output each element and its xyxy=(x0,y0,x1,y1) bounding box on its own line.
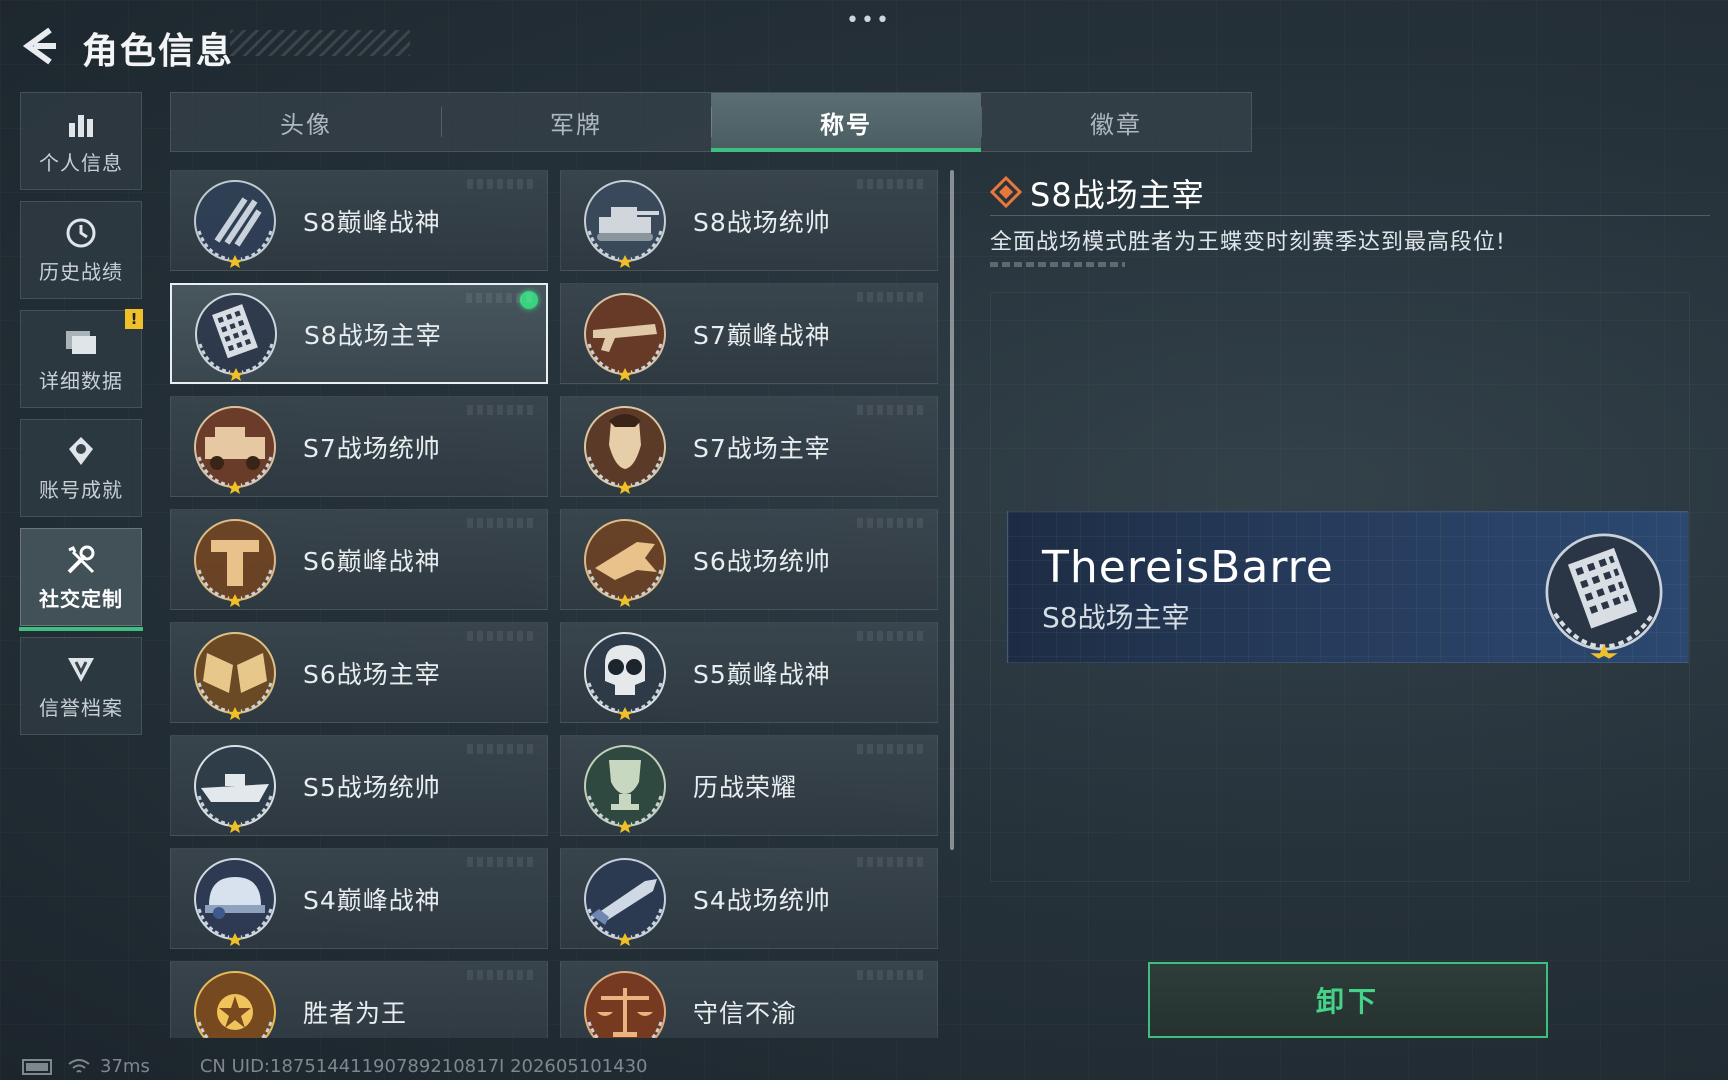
title-card[interactable]: S4巅峰战神 xyxy=(170,848,548,949)
title-card-label: 历战荣耀 xyxy=(693,772,798,802)
title-list-scrollbar[interactable] xyxy=(950,170,954,850)
title-card-label: S8战场主宰 xyxy=(304,320,442,350)
title-card-label: S6战场统帅 xyxy=(693,546,831,576)
sidebar-item-achievements[interactable]: 账号成就 xyxy=(20,419,142,517)
detail-decoration xyxy=(990,262,1125,267)
title-card[interactable]: S7巅峰战神 xyxy=(560,283,938,384)
sidebar-item-label: 账号成就 xyxy=(39,477,123,502)
skull-emblem-icon xyxy=(584,631,666,720)
nameplate-title: S8战场主宰 xyxy=(1042,601,1190,634)
jet-emblem-icon xyxy=(584,518,666,607)
detail-title: S8战场主宰 xyxy=(1030,176,1205,214)
title-card[interactable]: S5巅峰战神 xyxy=(560,622,938,723)
trophy-emblem-icon xyxy=(584,744,666,833)
title-card-label: S6战场主宰 xyxy=(303,659,441,689)
title-card-label: 守信不渝 xyxy=(693,998,798,1028)
side-nav: 个人信息 历史战绩 ! 详细数据 账号成就 社交定制 信誉档案 xyxy=(19,92,144,746)
sidebar-item-label: 信誉档案 xyxy=(39,695,123,720)
tab-avatar[interactable]: 头像 xyxy=(171,93,441,151)
title-card-label: S8巅峰战神 xyxy=(303,207,441,237)
more-options-icon[interactable]: ••• xyxy=(846,8,891,33)
boat-emblem-icon xyxy=(194,744,276,833)
building-emblem-icon xyxy=(1545,533,1663,660)
title-card[interactable]: 胜者为王 xyxy=(170,961,548,1038)
flags-emblem-icon xyxy=(194,631,276,720)
soldier-emblem-icon xyxy=(584,405,666,494)
detail-divider xyxy=(990,215,1710,216)
sidebar-item-history[interactable]: 历史战绩 xyxy=(20,201,142,299)
tab-dog-tag[interactable]: 军牌 xyxy=(441,93,711,151)
shield-icon xyxy=(66,652,96,686)
bar-chart-icon xyxy=(66,107,96,141)
title-card-label: S5战场统帅 xyxy=(303,772,441,802)
title-card-label: S4巅峰战神 xyxy=(303,885,441,915)
title-card[interactable]: S6巅峰战神 xyxy=(170,509,548,610)
title-card[interactable]: S8巅峰战神 xyxy=(170,170,548,271)
clock-icon xyxy=(65,216,97,250)
detail-description: 全面战场模式胜者为王蝶变时刻赛季达到最高段位! xyxy=(990,230,1506,255)
nameplate-preview: ThereisBarre S8战场主宰 xyxy=(1007,511,1689,663)
sidebar-item-social[interactable]: 社交定制 xyxy=(19,528,143,631)
title-card[interactable]: 历战荣耀 xyxy=(560,735,938,836)
ping-readout: 37ms xyxy=(100,1056,150,1077)
title-card[interactable]: S7战场统帅 xyxy=(170,396,548,497)
stripes-emblem-icon xyxy=(194,179,276,268)
tank-emblem-icon xyxy=(584,179,666,268)
player-name: ThereisBarre xyxy=(1042,542,1334,593)
folder-icon xyxy=(64,325,98,359)
title-decoration xyxy=(230,30,410,56)
title-card-label: S6巅峰战神 xyxy=(303,546,441,576)
sidebar-item-profile[interactable]: 个人信息 xyxy=(20,92,142,190)
tab-badges[interactable]: 徽章 xyxy=(981,93,1251,151)
title-card[interactable]: 守信不渝 xyxy=(560,961,938,1038)
tab-titles[interactable]: 称号 xyxy=(711,93,981,152)
title-card[interactable]: S6战场统帅 xyxy=(560,509,938,610)
achievement-icon xyxy=(66,434,96,468)
sidebar-item-label: 社交定制 xyxy=(39,586,123,611)
title-card[interactable]: S4战场统帅 xyxy=(560,848,938,949)
battery-icon xyxy=(22,1058,52,1075)
sidebar-item-label: 历史战绩 xyxy=(39,259,123,284)
title-card-label: S7巅峰战神 xyxy=(693,320,831,350)
sidebar-item-details[interactable]: ! 详细数据 xyxy=(20,309,143,408)
title-card[interactable]: S8战场统帅 xyxy=(560,170,938,271)
page-title: 角色信息 xyxy=(82,31,235,72)
status-bar: 37ms CN UID:18751441190789210817I 202605… xyxy=(22,1056,648,1077)
title-card-label: S7战场统帅 xyxy=(303,433,441,463)
equipped-indicator xyxy=(520,291,538,309)
title-card-label: S5巅峰战神 xyxy=(693,659,831,689)
rifle-emblem-icon xyxy=(584,292,666,381)
title-card-label: S8战场统帅 xyxy=(693,207,831,237)
t-emblem-icon xyxy=(194,518,276,607)
title-card-label: S7战场主宰 xyxy=(693,433,831,463)
title-card-label: S4战场统帅 xyxy=(693,885,831,915)
missile-emblem-icon xyxy=(584,857,666,946)
unequip-button-label: 卸下 xyxy=(1315,985,1380,1018)
wifi-icon xyxy=(68,1058,90,1073)
title-card-label: 胜者为王 xyxy=(303,998,408,1028)
building-emblem-icon xyxy=(195,292,277,381)
sidebar-item-reputation[interactable]: 信誉档案 xyxy=(20,637,142,735)
tools-icon xyxy=(65,543,97,577)
title-list: S8巅峰战神 S8战场统帅 S8战场主宰 S7巅峰战神 S7战场统帅 S7战场主… xyxy=(170,170,940,1038)
category-tabs: 头像 军牌 称号 徽章 xyxy=(170,92,1252,152)
title-diamond-icon xyxy=(990,176,1022,208)
sidebar-item-label: 详细数据 xyxy=(39,368,123,393)
sidebar-item-label: 个人信息 xyxy=(39,150,123,175)
helmet-emblem-icon xyxy=(194,857,276,946)
title-card[interactable]: S6战场主宰 xyxy=(170,622,548,723)
unequip-button[interactable]: 卸下 xyxy=(1148,962,1548,1038)
title-grid: S8巅峰战神 S8战场统帅 S8战场主宰 S7巅峰战神 S7战场统帅 S7战场主… xyxy=(170,170,940,1038)
medal-emblem-icon xyxy=(194,970,276,1038)
title-card[interactable]: S8战场主宰 xyxy=(170,283,548,384)
warning-badge: ! xyxy=(125,309,143,329)
uid-readout: CN UID:18751441190789210817I 20260510143… xyxy=(199,1056,648,1077)
scales-emblem-icon xyxy=(584,970,666,1038)
armored-truck-emblem-icon xyxy=(194,405,276,494)
title-card[interactable]: S7战场主宰 xyxy=(560,396,938,497)
back-arrow-icon[interactable] xyxy=(20,26,60,66)
title-card[interactable]: S5战场统帅 xyxy=(170,735,548,836)
